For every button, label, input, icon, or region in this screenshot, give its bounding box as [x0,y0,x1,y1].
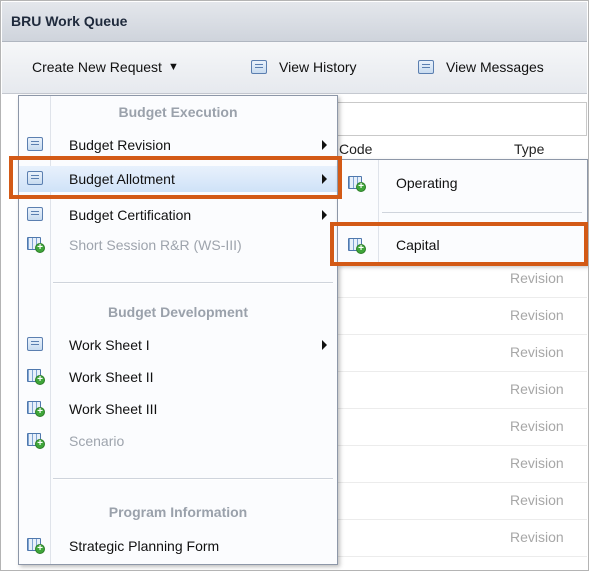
create-new-request-label: Create New Request [32,59,162,75]
sheet-add-icon: + [27,433,45,449]
sheet-add-icon: + [27,538,45,554]
table-row[interactable]: Revision [337,408,587,446]
menu-item-short-session: + Short Session R&R (WS-III) [19,232,337,258]
submenu-divider [382,212,582,213]
list-icon [27,337,43,351]
column-header-code[interactable]: Code [339,141,372,157]
menu-item-budget-certification[interactable]: Budget Certification [19,202,337,228]
submenu-item-capital[interactable]: + Capital [338,230,587,260]
view-messages-button[interactable]: View Messages [418,55,544,79]
table-row[interactable]: Revision [337,334,587,372]
table-row[interactable]: Revision [337,371,587,409]
table-row[interactable]: Revision [337,260,587,298]
list-icon [27,171,43,185]
submenu-arrow-icon [322,210,327,220]
sheet-add-icon: + [348,176,366,192]
menu-item-label: Work Sheet III [69,401,158,417]
menu-item-strategic-planning-form[interactable]: + Strategic Planning Form [19,533,337,559]
table-row[interactable]: Revision [337,297,587,335]
menu-item-budget-revision[interactable]: Budget Revision [19,132,337,158]
menu-item-work-sheet-2[interactable]: + Work Sheet II [19,364,337,390]
submenu-arrow-icon [322,340,327,350]
sheet-add-icon: + [27,237,45,253]
toolbar: Create New Request ▼ View History View M… [2,42,587,94]
menu-item-label: Scenario [69,433,125,449]
list-icon [251,60,267,74]
row-type-cell: Revision [510,529,564,545]
create-request-menu: Budget Execution Budget Revision Budget … [18,95,338,565]
list-icon [27,137,43,151]
submenu-item-operating[interactable]: + Operating [338,168,587,198]
menu-item-work-sheet-1[interactable]: Work Sheet I [19,332,337,358]
table-row[interactable]: Revision [337,519,587,557]
menu-item-budget-allotment[interactable]: Budget Allotment [19,166,337,192]
section-budget-execution: Budget Execution [118,104,238,120]
grid-filter-box[interactable] [337,102,587,136]
list-icon [27,207,43,221]
section-budget-development: Budget Development [107,304,248,320]
table-row[interactable]: Revision [337,445,587,483]
row-type-cell: Revision [510,455,564,471]
budget-allotment-submenu: + Operating + Capital [337,159,588,265]
menu-divider [53,478,333,480]
title-bar: BRU Work Queue [2,2,587,42]
sheet-add-icon: + [27,401,45,417]
row-type-cell: Revision [510,270,564,286]
section-program-information: Program Information [108,504,248,520]
submenu-item-label: Operating [396,175,458,191]
menu-item-scenario: + Scenario [19,428,337,454]
submenu-arrow-icon [322,140,327,150]
table-row[interactable]: Revision [337,482,587,520]
submenu-arrow-icon [322,174,327,184]
menu-item-label: Work Sheet II [69,369,154,385]
sheet-add-icon: + [348,238,366,254]
menu-item-work-sheet-3[interactable]: + Work Sheet III [19,396,337,422]
row-type-cell: Revision [510,344,564,360]
menu-item-label: Budget Certification [69,207,192,223]
column-header-type[interactable]: Type [514,141,544,157]
view-history-label: View History [279,59,357,75]
submenu-item-label: Capital [396,237,440,253]
menu-item-label: Budget Revision [69,137,171,153]
list-icon [418,60,434,74]
create-new-request-button[interactable]: Create New Request ▼ [32,55,179,79]
window-title: BRU Work Queue [11,13,128,29]
row-type-cell: Revision [510,418,564,434]
sheet-add-icon: + [27,369,45,385]
view-messages-label: View Messages [446,59,544,75]
menu-item-label: Budget Allotment [69,171,175,187]
row-type-cell: Revision [510,307,564,323]
row-type-cell: Revision [510,492,564,508]
menu-item-label: Strategic Planning Form [69,538,220,554]
menu-item-label: Short Session R&R (WS-III) [69,237,242,253]
menu-divider [53,282,333,284]
view-history-button[interactable]: View History [251,55,357,79]
app-window: BRU Work Queue Create New Request ▼ View… [0,0,589,571]
chevron-down-icon: ▼ [167,61,179,73]
menu-item-label: Work Sheet I [69,337,150,353]
row-type-cell: Revision [510,381,564,397]
